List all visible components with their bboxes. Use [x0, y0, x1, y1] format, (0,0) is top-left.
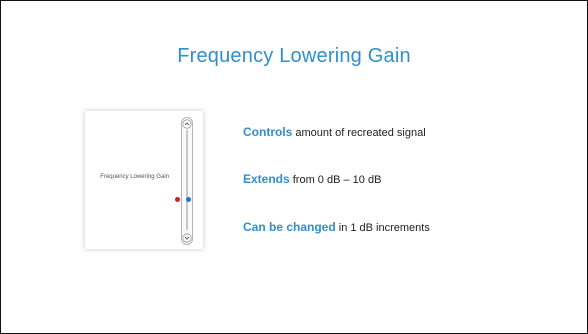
slide-title: Frequency Lowering Gain — [177, 45, 411, 67]
bullet-text: from 0 dB – 10 dB — [289, 174, 382, 186]
bullet-item: Extends from 0 dB – 10 dB — [243, 172, 381, 186]
chevron-down-icon[interactable] — [182, 233, 192, 243]
slider-rail — [186, 130, 188, 230]
chevron-up-icon[interactable] — [182, 119, 192, 129]
left-ear-marker[interactable] — [175, 197, 180, 202]
slide: Frequency Lowering Gain Frequency Loweri… — [0, 0, 588, 334]
gain-control-panel: Frequency Lowering Gain — [85, 111, 203, 249]
bullet-text: amount of recreated signal — [292, 127, 426, 139]
control-label: Frequency Lowering Gain — [100, 174, 169, 180]
right-ear-marker[interactable] — [186, 197, 191, 202]
bullet-item: Can be changed in 1 dB increments — [243, 220, 430, 234]
bullet-text: in 1 dB increments — [335, 222, 430, 234]
gain-slider[interactable] — [181, 117, 193, 245]
bullet-keyword: Can be changed — [243, 220, 336, 234]
bullet-item: Controls amount of recreated signal — [243, 125, 426, 139]
bullet-keyword: Controls — [243, 125, 293, 139]
bullet-keyword: Extends — [243, 172, 290, 186]
